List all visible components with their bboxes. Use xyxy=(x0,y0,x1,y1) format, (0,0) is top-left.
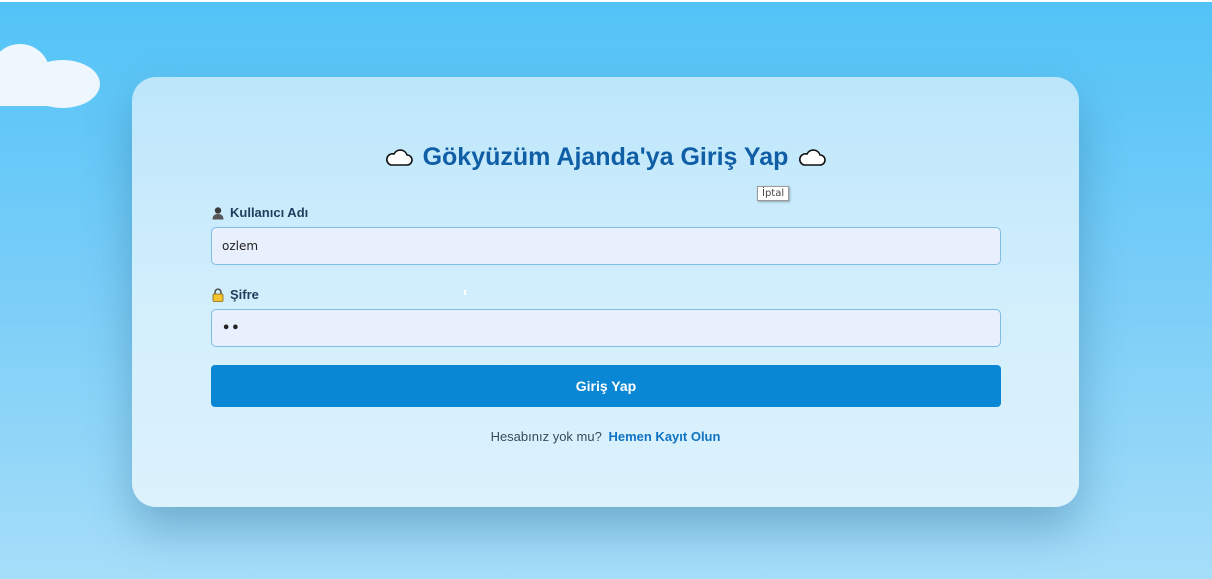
background-cloud xyxy=(0,40,110,115)
cloud-icon xyxy=(385,148,413,167)
signup-prompt: Hesabınız yok mu? xyxy=(490,429,602,444)
lock-icon xyxy=(211,287,225,302)
window-top-edge xyxy=(0,0,1212,2)
cursor-mark xyxy=(464,290,466,295)
username-input[interactable]: ozlem xyxy=(211,227,1001,265)
user-icon xyxy=(211,206,225,220)
signup-row: Hesabınız yok mu? Hemen Kayıt Olun xyxy=(132,429,1079,444)
page-title: Gökyüzüm Ajanda'ya Giriş Yap xyxy=(132,143,1079,172)
username-label: Kullanıcı Adı xyxy=(211,205,308,220)
username-value: ozlem xyxy=(222,239,259,253)
password-input[interactable]: •• xyxy=(211,309,1001,347)
username-label-text: Kullanıcı Adı xyxy=(230,205,309,220)
password-label: Şifre xyxy=(211,287,259,302)
signup-link[interactable]: Hemen Kayıt Olun xyxy=(608,429,720,444)
password-label-text: Şifre xyxy=(230,287,259,302)
cancel-tooltip: İptal xyxy=(757,186,790,201)
title-text: Gökyüzüm Ajanda'ya Giriş Yap xyxy=(422,143,789,171)
password-value: •• xyxy=(222,320,241,336)
login-button[interactable]: Giriş Yap xyxy=(211,365,1001,407)
cloud-icon xyxy=(798,148,827,167)
login-card: Gökyüzüm Ajanda'ya Giriş Yap İptal Kulla… xyxy=(132,77,1079,507)
